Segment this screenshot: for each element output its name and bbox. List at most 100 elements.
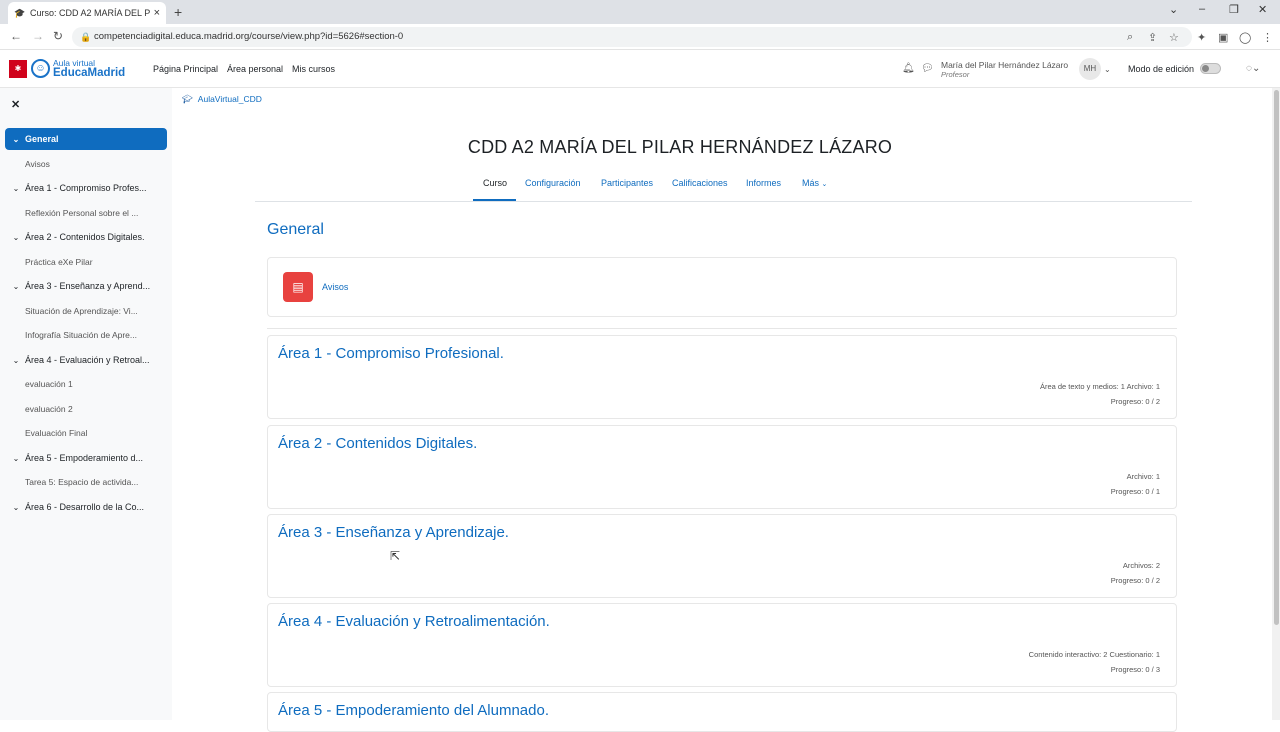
zoom-icon[interactable]: ⌕ [1127,31,1133,44]
active-tab-indicator [473,199,516,201]
extensions-icon[interactable]: ✦ [1197,31,1206,44]
tab-more[interactable]: Más ⌄ [802,178,827,188]
restore-button[interactable]: ❐ [1229,3,1239,16]
tab-course[interactable]: Curso [483,178,507,188]
close-tab-icon[interactable]: × [154,7,160,19]
bookmark-star-icon[interactable]: ☆ [1169,31,1179,44]
user-name[interactable]: María del Pilar Hernández Lázaro [941,60,1068,70]
message-icon[interactable]: 💬︎ [921,63,934,74]
section-title[interactable]: Área 1 - Compromiso Profesional. [278,345,504,362]
accessibility-icon[interactable]: ◌⌄ [1246,63,1260,74]
section-activity-summary: Contenido interactivo: 2 Cuestionario: 1 [1028,650,1160,659]
sidebar-section-label: Área 6 - Desarrollo de la Co... [25,501,145,512]
mouse-cursor-icon: ⇱ [390,549,401,563]
section-title[interactable]: Área 4 - Evaluación y Retroalimentación. [278,613,550,630]
logo-title[interactable]: EducaMadrid [53,67,125,79]
sidebar-section-6[interactable]: ⌄ Área 3 - Enseñanza y Aprend... [5,275,167,297]
course-secondary-nav: Curso Configuración Participantes Califi… [255,172,1192,202]
sidebar-activity-7[interactable]: Situación de Aprendizaje: Vi... [25,303,165,319]
breadcrumb[interactable]: 🎓︎ AulaVirtual_CDD [182,94,262,105]
section-progress: Progreso: 0 / 2 [1110,397,1160,406]
tab-search-icon[interactable]: ⌄ [1169,3,1178,16]
sidebar-activity-10[interactable]: evaluación 1 [25,376,165,392]
tab-grades[interactable]: Calificaciones [672,178,728,188]
back-icon[interactable]: ← [10,29,22,43]
sidebar-section-15[interactable]: ⌄ Área 6 - Desarrollo de la Co... [5,496,167,518]
forward-icon[interactable]: → [32,29,44,43]
section-card: Área 1 - Compromiso Profesional. Área de … [267,335,1177,419]
sidebar-activity-11[interactable]: evaluación 2 [25,401,165,417]
sidebar-section-4[interactable]: ⌄ Área 2 - Contenidos Digitales. [5,226,167,248]
section-title[interactable]: Área 2 - Contenidos Digitales. [278,435,477,452]
browser-menu-icon[interactable]: ⋮ [1262,31,1273,44]
chevron-down-icon[interactable]: ⌄ [9,497,23,518]
chevron-down-icon[interactable]: ⌄ [9,350,23,371]
reload-icon[interactable]: ↻ [53,29,63,43]
tab-participants[interactable]: Participantes [601,178,653,188]
sidebar-activity-12[interactable]: Evaluación Final [25,425,165,441]
section-card: Área 4 - Evaluación y Retroalimentación.… [267,603,1177,687]
nav-dashboard[interactable]: Área personal [227,64,283,74]
sidebar-activity-5[interactable]: Práctica eXe Pilar [25,254,165,270]
chevron-down-icon[interactable]: ⌄ [9,448,23,469]
sidebar-section-label: Área 5 - Empoderamiento d... [25,452,144,463]
section-divider [267,328,1177,329]
new-tab-button[interactable]: + [174,4,182,20]
forum-link-avisos[interactable]: Avisos [322,282,348,292]
chevron-down-icon[interactable]: ⌄ [9,178,23,199]
url-text: competenciadigital.educa.madrid.org/cour… [94,31,404,42]
browser-tab-bar: 🎓 Curso: CDD A2 MARÍA DEL PILA × + ⌄ – ❐… [0,0,1280,24]
sidebar-section-label: Área 4 - Evaluación y Retroal... [25,354,150,365]
site-header: ✱ ☺ Aula virtual EducaMadrid Página Prin… [0,50,1280,88]
edit-mode-label: Modo de edición [1128,64,1195,74]
lock-icon: 🔒 [80,32,92,42]
sidebar-section-13[interactable]: ⌄ Área 5 - Empoderamiento d... [5,447,167,469]
section-card: Área 2 - Contenidos Digitales. Archivo: 1… [267,425,1177,509]
browser-tab[interactable]: 🎓 Curso: CDD A2 MARÍA DEL PILA × [8,2,166,24]
sidebar-activity-3[interactable]: Reflexión Personal sobre el ... [25,205,165,221]
sidebar-section-label: Área 1 - Compromiso Profes... [25,183,147,193]
address-bar[interactable]: 🔒 competenciadigital.educa.madrid.org/co… [72,27,1192,47]
section-card: Área 3 - Enseñanza y Aprendizaje. Archivo… [267,514,1177,598]
sidebar-section-9[interactable]: ⌄ Área 4 - Evaluación y Retroal... [5,349,167,371]
chevron-down-icon[interactable]: ⌄ [9,276,23,297]
avatar[interactable]: MH [1079,58,1101,80]
forum-icon: ▤ [283,272,313,302]
section-activity-summary: Archivo: 1 [1126,472,1160,481]
close-window-button[interactable]: ✕ [1258,3,1267,16]
sidebar-activity-14[interactable]: Tarea 5: Espacio de activida... [25,474,165,490]
graduation-cap-icon: 🎓 [14,8,26,18]
tab-settings[interactable]: Configuración [525,178,581,188]
sidebar-section-label: Área 2 - Contenidos Digitales. [25,232,145,242]
sidepanel-icon[interactable]: ▣ [1218,31,1228,44]
profile-icon[interactable]: ◯ [1239,31,1251,44]
nav-home[interactable]: Página Principal [153,64,218,74]
section-title[interactable]: Área 5 - Empoderamiento del Alumnado. [278,702,549,719]
breadcrumb-category[interactable]: AulaVirtual_CDD [198,94,262,104]
section-title[interactable]: Área 3 - Enseñanza y Aprendizaje. [278,524,509,541]
user-role: Profesor [941,70,970,79]
forum-activity-card: ▤ Avisos [267,257,1177,317]
tab-title: Curso: CDD A2 MARÍA DEL PILA [30,8,150,18]
scrollbar-thumb[interactable] [1274,90,1279,625]
edit-mode-toggle[interactable] [1200,63,1221,74]
chevron-down-icon[interactable]: ⌄ [9,227,23,248]
close-drawer-icon[interactable]: ✕ [11,98,20,111]
page-title: CDD A2 MARÍA DEL PILAR HERNÁNDEZ LÁZARO [467,137,893,157]
sidebar-section-2[interactable]: ⌄ Área 1 - Compromiso Profes... [5,177,167,199]
bell-icon[interactable]: 🔔︎ [902,63,915,74]
tab-more-label: Más [802,178,820,188]
educamadrid-logo-icon[interactable]: ☺ [31,59,50,78]
section-title-general[interactable]: General [267,221,324,239]
sidebar-activity-8[interactable]: Infografía Situación de Apre... [25,327,165,343]
section-progress: Progreso: 0 / 1 [1110,487,1160,496]
nav-my-courses[interactable]: Mis cursos [292,64,335,74]
section-activity-summary: Archivos: 2 [1122,561,1160,570]
browser-toolbar: ← → ↻ 🔒 competenciadigital.educa.madrid.… [0,24,1280,50]
comunidad-madrid-logo[interactable]: ✱ [9,60,27,78]
tab-reports[interactable]: Informes [746,178,781,188]
chevron-down-icon[interactable]: ⌄ [1104,65,1111,74]
share-icon[interactable]: ⇪ [1148,31,1157,44]
section-activity-summary: Área de texto y medios: 1 Archivo: 1 [1039,382,1160,391]
minimize-button[interactable]: – [1199,3,1205,15]
